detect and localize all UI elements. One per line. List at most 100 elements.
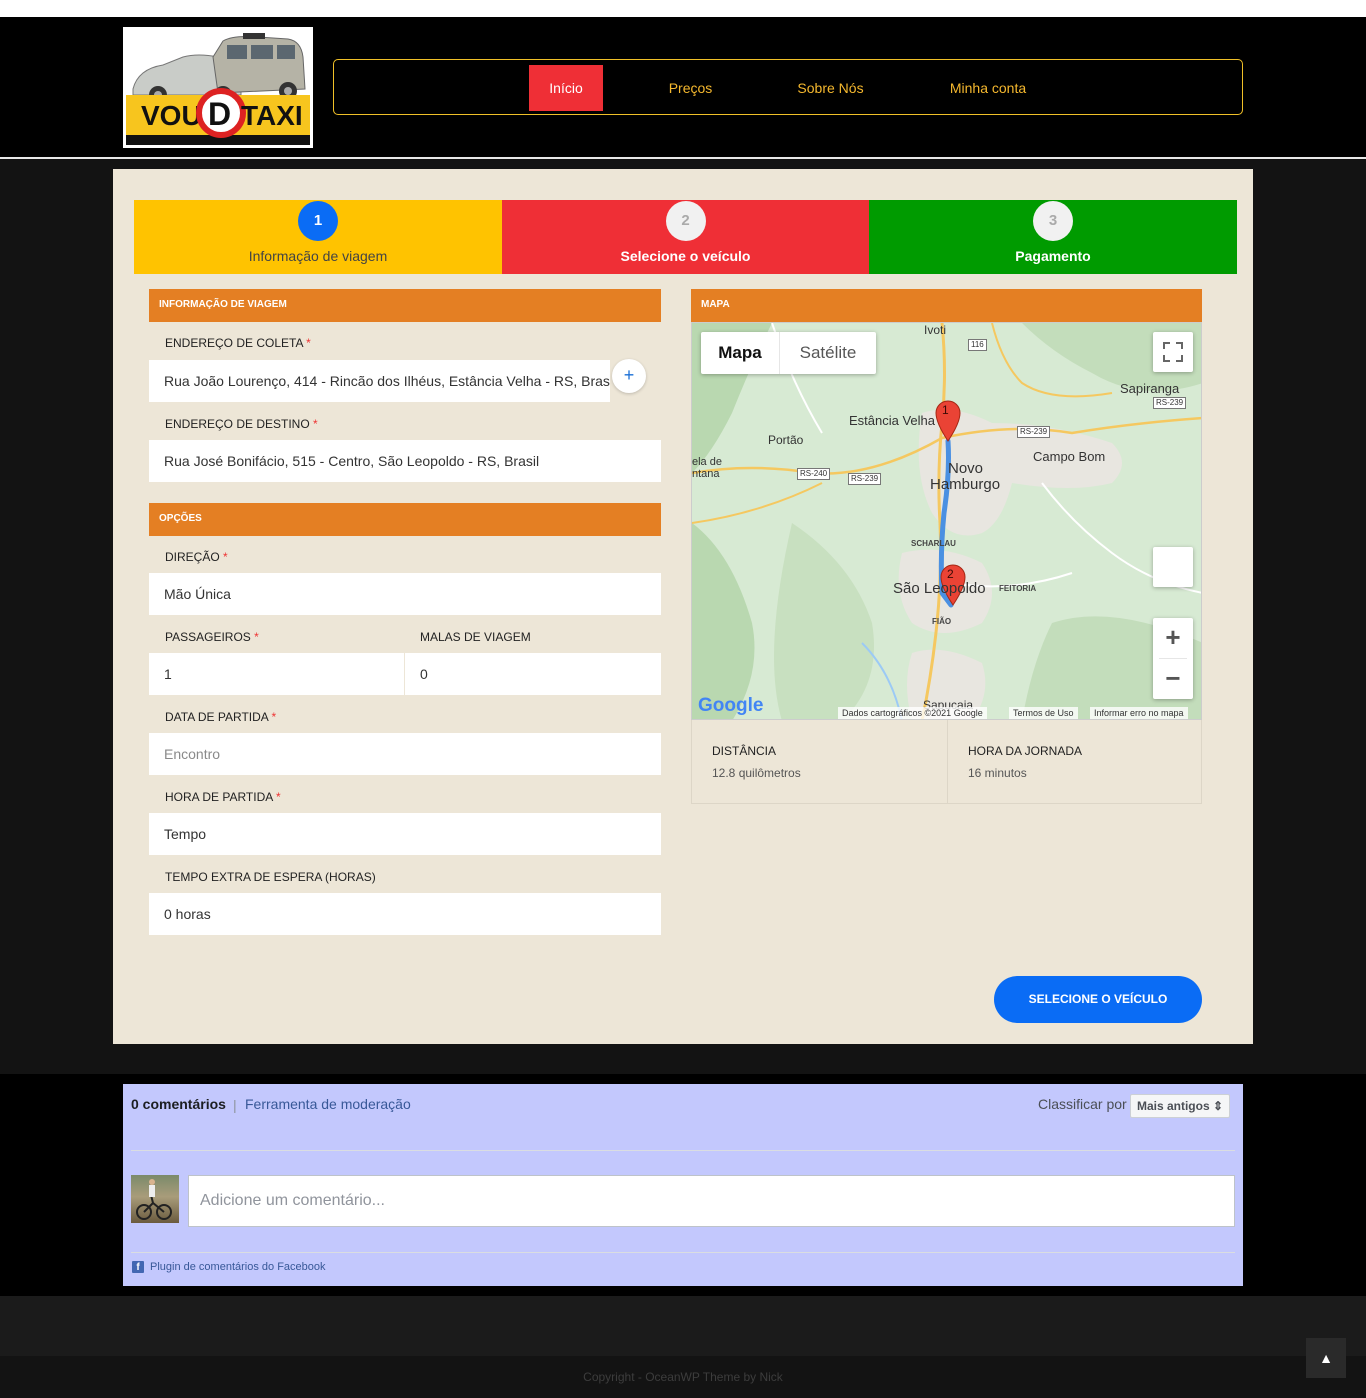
passengers-label-text: PASSAGEIROS	[165, 630, 251, 644]
time-label: HORA DE PARTIDA *	[165, 790, 281, 804]
road-badge-rs239-a: RS-239	[1153, 397, 1187, 409]
duration-label: HORA DA JORNADA	[968, 744, 1083, 758]
step-2-label: Selecione o veículo	[620, 248, 751, 264]
nav-minha-conta[interactable]: Minha conta	[934, 65, 1042, 111]
wait-time-input[interactable]: 0 horas	[149, 893, 661, 935]
distance-label: DISTÂNCIA	[712, 744, 777, 758]
step-1[interactable]: 1 Informação de viagem	[134, 200, 502, 274]
top-strip	[0, 0, 1366, 17]
zoom-in-button[interactable]: +	[1153, 618, 1193, 658]
fullscreen-icon	[1163, 342, 1183, 362]
svg-text:D: D	[208, 96, 231, 132]
comments-divider-bottom	[131, 1252, 1235, 1253]
passengers-input[interactable]: 1	[149, 653, 404, 695]
direction-label: DIREÇÃO *	[165, 550, 228, 564]
map-type-map-button[interactable]: Mapa	[701, 332, 779, 374]
comment-count: 0 comentários	[131, 1096, 226, 1112]
map-type-satellite-button[interactable]: Satélite	[780, 332, 876, 374]
header-divider	[0, 157, 1366, 159]
select-vehicle-button[interactable]: SELECIONE O VEÍCULO	[994, 976, 1202, 1023]
time-label-text: HORA DE PARTIDA	[165, 790, 273, 804]
options-header: OPÇÕES	[149, 503, 661, 536]
map-type-control: Mapa Satélite	[701, 332, 876, 374]
step-3-number: 3	[1033, 201, 1073, 241]
map-place-campo-bom: Campo Bom	[1033, 449, 1106, 464]
map-marker-1[interactable]: 1	[942, 403, 949, 417]
road-badge-rs239-c: RS-239	[848, 473, 882, 485]
street-view-button[interactable]	[1153, 547, 1193, 587]
comment-separator: |	[233, 1097, 237, 1113]
required-mark: *	[254, 630, 259, 644]
add-stop-button[interactable]: +	[612, 359, 646, 393]
main-nav: Início Preços Sobre Nós Minha conta	[333, 59, 1243, 115]
avatar[interactable]	[131, 1175, 179, 1223]
nav-sobre-nos[interactable]: Sobre Nós	[784, 65, 877, 111]
svg-text:VOU: VOU	[141, 100, 202, 131]
route-map[interactable]: 1 2 Ivoti Sapiranga Estância Velha Portã…	[691, 322, 1202, 720]
facebook-icon: f	[132, 1261, 144, 1273]
road-badge-rs239-b: RS-239	[1017, 426, 1051, 438]
passengers-label: PASSAGEIROS *	[165, 630, 259, 644]
map-marker-2[interactable]: 2	[947, 567, 954, 581]
step-2-number: 2	[665, 201, 706, 241]
road-badge-116: 116	[968, 339, 987, 351]
map-place-novo: Novo	[948, 460, 984, 477]
google-logo[interactable]: Google	[698, 695, 763, 717]
required-mark: *	[306, 336, 311, 350]
required-mark: *	[275, 790, 281, 804]
required-mark: *	[223, 550, 228, 564]
pickup-address-input[interactable]: Rua João Lourenço, 414 - Rincão dos Ilhé…	[149, 360, 610, 402]
map-place-feitoria: FEITORIA	[999, 584, 1037, 593]
destination-address-input[interactable]: Rua José Bonifácio, 515 - Centro, São Le…	[149, 440, 661, 482]
comment-input[interactable]: Adicione um comentário...	[188, 1175, 1235, 1227]
map-place-ivoti: Ivoti	[924, 323, 947, 337]
direction-select[interactable]: Mão Única	[149, 573, 661, 615]
bags-input[interactable]: 0	[405, 653, 661, 695]
time-input[interactable]: Tempo	[149, 813, 661, 855]
zoom-control: + −	[1153, 618, 1193, 699]
nav-precos[interactable]: Preços	[649, 65, 732, 111]
taxi-logo-graphic: VOU D TAXI	[123, 27, 313, 148]
destination-label: ENDEREÇO DE DESTINO *	[165, 417, 318, 431]
map-place-ntana: ntana	[692, 468, 720, 480]
zoom-out-button[interactable]: −	[1153, 659, 1193, 699]
map-attribution: Dados cartográficos ©2021 Google	[838, 707, 987, 719]
map-header: MAPA	[691, 289, 1202, 322]
step-2[interactable]: 2 Selecione o veículo	[502, 200, 869, 274]
map-place-vila: ela de	[692, 456, 722, 468]
wait-time-label: TEMPO EXTRA DE ESPERA (HORAS)	[165, 870, 376, 884]
trip-stats: DISTÂNCIA 12.8 quilômetros HORA DA JORNA…	[691, 720, 1202, 804]
map-place-sapiranga: Sapiranga	[1120, 381, 1180, 396]
map-place-sao-leopoldo: São Leopoldo	[893, 580, 986, 597]
facebook-comments: 0 comentários | Ferramenta de moderação …	[123, 1084, 1243, 1286]
date-input[interactable]: Encontro	[149, 733, 661, 775]
avatar-photo	[136, 1179, 172, 1220]
moderation-tool-link[interactable]: Ferramenta de moderação	[245, 1096, 411, 1112]
nav-inicio[interactable]: Início	[529, 65, 603, 111]
step-1-number: 1	[298, 201, 338, 241]
sort-select[interactable]: Mais antigos ⇕	[1130, 1094, 1230, 1118]
required-mark: *	[313, 417, 318, 431]
fullscreen-button[interactable]	[1153, 332, 1193, 372]
booking-container: 1 Informação de viagem 2 Selecione o veí…	[113, 169, 1253, 1044]
map-place-hamburgo: Hamburgo	[930, 476, 1001, 493]
comments-divider-top	[131, 1150, 1235, 1151]
map-report-link[interactable]: Informar erro no mapa	[1090, 707, 1188, 719]
facebook-plugin-link[interactable]: Plugin de comentários do Facebook	[150, 1261, 326, 1273]
map-place-estancia-velha: Estância Velha	[849, 413, 936, 428]
pickup-label: ENDEREÇO DE COLETA *	[165, 336, 311, 350]
trip-info-header: INFORMAÇÃO DE VIAGEM	[149, 289, 661, 322]
date-label-text: DATA DE PARTIDA	[165, 710, 269, 724]
footer-widgets	[0, 1296, 1366, 1356]
bags-label: MALAS DE VIAGEM	[420, 630, 531, 644]
map-place-scharlau: SCHARLAU	[911, 539, 956, 548]
destination-label-text: ENDEREÇO DE DESTINO	[165, 417, 310, 431]
scroll-top-button[interactable]: ▲	[1306, 1338, 1346, 1378]
chevron-up-icon: ▲	[1319, 1350, 1333, 1366]
map-place-portao: Portão	[768, 433, 804, 447]
step-3-label: Pagamento	[1015, 248, 1091, 264]
map-terms-link[interactable]: Termos de Uso	[1009, 707, 1078, 719]
step-3[interactable]: 3 Pagamento	[869, 200, 1237, 274]
site-logo[interactable]: VOU D TAXI	[123, 27, 313, 148]
required-mark: *	[271, 710, 277, 724]
